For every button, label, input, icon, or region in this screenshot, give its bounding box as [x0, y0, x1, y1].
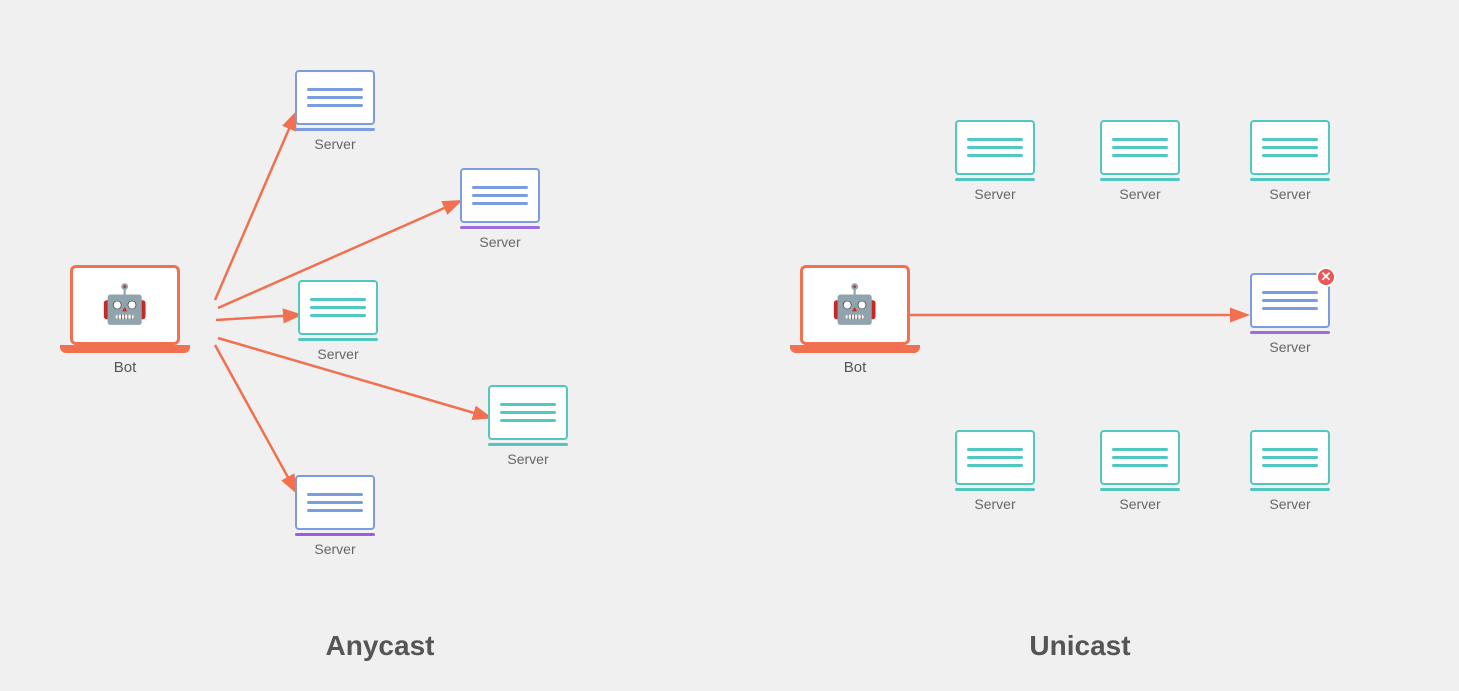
anycast-server-1: Server — [295, 70, 375, 152]
server-label: Server — [1269, 339, 1310, 355]
server-lines — [307, 88, 363, 107]
server-lines — [1112, 138, 1168, 157]
anycast-title: Anycast — [326, 630, 435, 662]
anycast-server-2: Server — [460, 168, 540, 250]
server-box — [295, 70, 375, 125]
unicast-diagram: 🤖 Bot Server — [740, 30, 1420, 662]
server-label: Server — [317, 346, 358, 362]
anycast-server-4: Server — [488, 385, 568, 467]
bot-laptop: 🤖 — [70, 265, 180, 345]
anycast-bot: 🤖 Bot — [60, 265, 190, 376]
anycast-canvas: 🤖 Bot Server — [40, 30, 720, 610]
server-label: Server — [314, 541, 355, 557]
server-box — [955, 120, 1035, 175]
server-lines — [307, 493, 363, 512]
anycast-server-3: Server — [298, 280, 378, 362]
server-box — [460, 168, 540, 223]
server-label: Server — [974, 496, 1015, 512]
bot-base — [60, 345, 190, 353]
unicast-server-bot-2: Server — [1100, 430, 1180, 512]
server-lines — [1112, 448, 1168, 467]
bot-base — [790, 345, 920, 353]
unicast-server-bot-3: Server — [1250, 430, 1330, 512]
server-lines — [1262, 291, 1318, 310]
anycast-server-5: Server — [295, 475, 375, 557]
server-box — [488, 385, 568, 440]
unicast-bot-label: Bot — [844, 359, 867, 376]
unicast-server-top-1: Server — [955, 120, 1035, 202]
server-box — [1100, 120, 1180, 175]
server-label: Server — [1269, 496, 1310, 512]
main-container: 🤖 Bot Server — [0, 0, 1459, 691]
error-badge: ✕ — [1316, 267, 1336, 287]
server-lines — [1262, 448, 1318, 467]
server-label: Server — [1269, 186, 1310, 202]
bot-laptop: 🤖 — [800, 265, 910, 345]
unicast-server-target: ✕ Server — [1250, 273, 1330, 355]
bot-face-icon: 🤖 — [831, 286, 878, 324]
unicast-title: Unicast — [1029, 630, 1130, 662]
server-label: Server — [479, 234, 520, 250]
server-label: Server — [974, 186, 1015, 202]
server-label: Server — [507, 451, 548, 467]
server-lines — [472, 186, 528, 205]
unicast-canvas: 🤖 Bot Server — [740, 30, 1420, 610]
server-label: Server — [314, 136, 355, 152]
server-label: Server — [1119, 496, 1160, 512]
server-box — [1250, 120, 1330, 175]
server-box — [1250, 430, 1330, 485]
server-box — [298, 280, 378, 335]
unicast-bot: 🤖 Bot — [790, 265, 920, 376]
anycast-diagram: 🤖 Bot Server — [40, 30, 720, 662]
server-box — [955, 430, 1035, 485]
anycast-bot-label: Bot — [114, 359, 137, 376]
unicast-server-bot-1: Server — [955, 430, 1035, 512]
server-label: Server — [1119, 186, 1160, 202]
server-lines — [310, 298, 366, 317]
server-lines — [967, 138, 1023, 157]
unicast-server-top-2: Server — [1100, 120, 1180, 202]
server-box: ✕ — [1250, 273, 1330, 328]
server-lines — [1262, 138, 1318, 157]
server-box — [295, 475, 375, 530]
server-box — [1100, 430, 1180, 485]
server-lines — [967, 448, 1023, 467]
unicast-server-top-3: Server — [1250, 120, 1330, 202]
bot-face-icon: 🤖 — [101, 286, 148, 324]
server-lines — [500, 403, 556, 422]
